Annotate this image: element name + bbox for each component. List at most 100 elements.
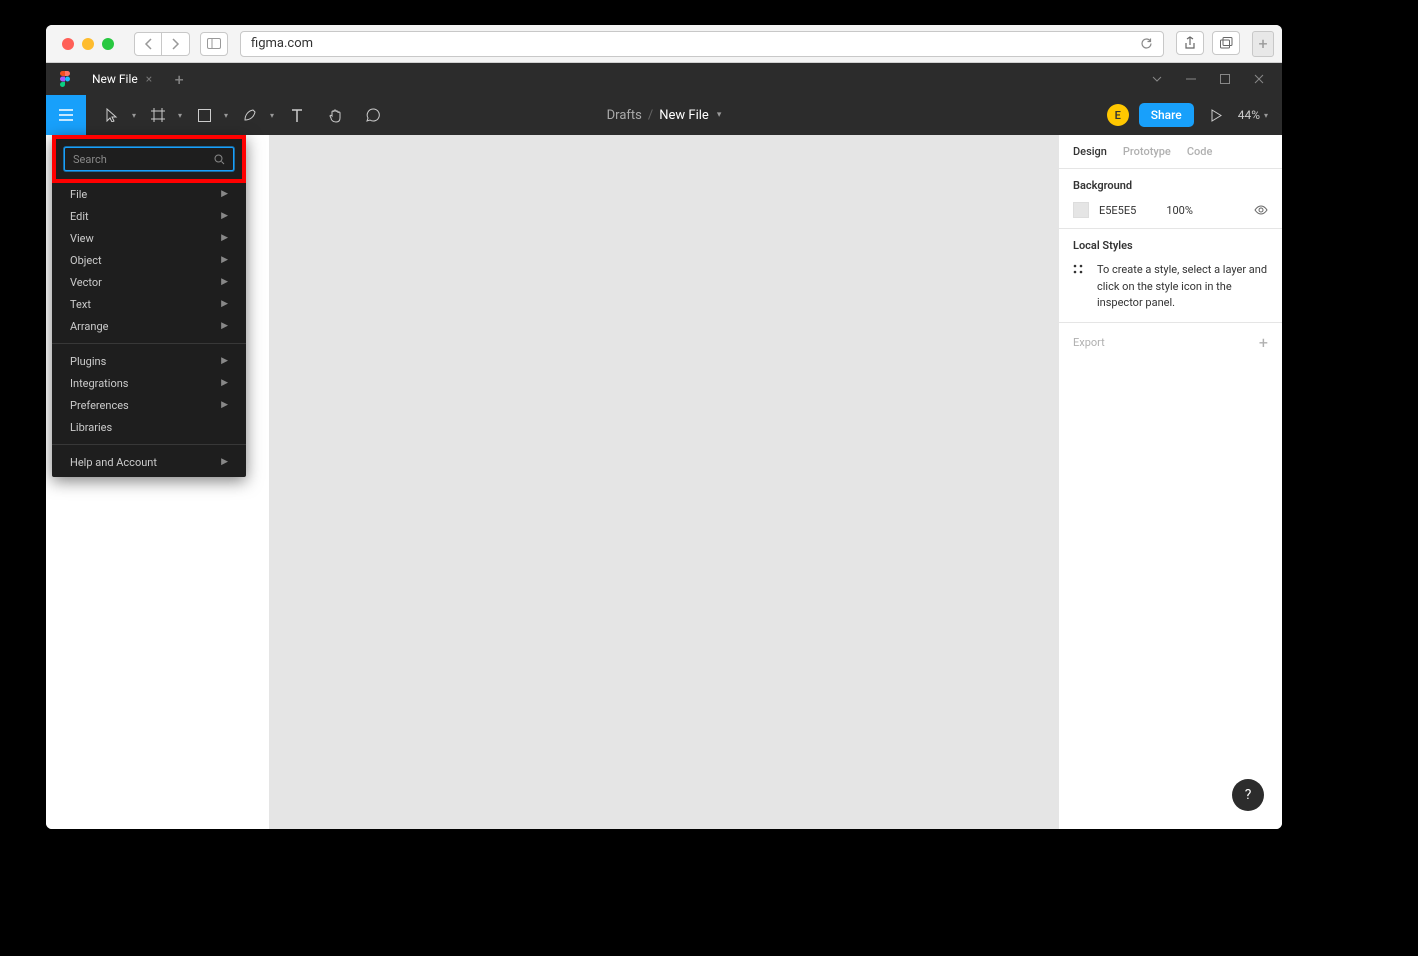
chevron-down-icon: ▾	[1264, 111, 1268, 120]
share-button[interactable]: Share	[1139, 103, 1194, 127]
main-menu-button[interactable]	[46, 95, 86, 135]
file-tab[interactable]: New File ×	[82, 63, 162, 95]
background-opacity[interactable]: 100%	[1166, 204, 1193, 217]
breadcrumb-parent: Drafts	[607, 108, 642, 123]
close-tab-icon[interactable]: ×	[146, 72, 152, 86]
chevron-down-icon: ▾	[178, 111, 182, 120]
menu-search-field[interactable]	[64, 147, 234, 171]
menu-item-vector[interactable]: Vector ▶	[52, 271, 246, 293]
menu-item-file[interactable]: File ▶	[52, 183, 246, 205]
present-button[interactable]	[1204, 109, 1228, 122]
breadcrumb-current: New File	[659, 108, 709, 123]
app-titlebar: New File × +	[46, 63, 1282, 95]
chevron-down-icon: ▾	[717, 110, 722, 120]
browser-back-button[interactable]	[134, 32, 162, 56]
local-styles-section: Local Styles To create a style, select a…	[1059, 229, 1282, 323]
figma-logo-icon[interactable]	[46, 71, 64, 87]
menu-item-plugins[interactable]: Plugins ▶	[52, 350, 246, 372]
menu-item-libraries[interactable]: Libraries	[52, 416, 246, 438]
window-close-icon[interactable]	[62, 38, 74, 50]
styles-grid-icon	[1073, 262, 1087, 312]
search-icon	[214, 154, 225, 165]
zoom-control[interactable]: 44% ▾	[1238, 108, 1268, 122]
tab-label: New File	[92, 72, 138, 86]
submenu-arrow-icon: ▶	[221, 277, 228, 287]
menu-search-input[interactable]	[73, 153, 214, 166]
browser-forward-button[interactable]	[162, 32, 190, 56]
frame-tool[interactable]: ▾	[140, 95, 186, 135]
avatar[interactable]: E	[1107, 104, 1129, 126]
comment-tool[interactable]	[354, 95, 392, 135]
menu-item-arrange[interactable]: Arrange ▶	[52, 315, 246, 337]
menu-item-label: View	[70, 232, 94, 245]
browser-sidebar-toggle[interactable]	[200, 32, 228, 56]
chevron-down-icon: ▾	[270, 111, 274, 120]
traffic-lights	[54, 38, 122, 50]
new-tab-button[interactable]: +	[166, 70, 192, 89]
submenu-arrow-icon: ▶	[221, 211, 228, 221]
window-minimize-button[interactable]	[1186, 78, 1196, 80]
add-export-icon[interactable]: +	[1259, 333, 1268, 352]
tab-code[interactable]: Code	[1187, 145, 1213, 158]
submenu-arrow-icon: ▶	[221, 457, 228, 467]
hand-tool[interactable]	[316, 95, 354, 135]
menu-item-help-and-account[interactable]: Help and Account ▶	[52, 451, 246, 473]
background-hex[interactable]: E5E5E5	[1099, 204, 1136, 217]
menu-item-text[interactable]: Text▶	[52, 293, 246, 315]
inspector-tabs: Design Prototype Code	[1059, 135, 1282, 169]
browser-new-tab-button[interactable]: +	[1252, 31, 1274, 57]
main-menu-dropdown: File▶Edit▶View▶Object▶Vector▶Text▶Arrang…	[52, 135, 246, 477]
menu-item-label: Arrange	[70, 320, 108, 333]
canvas[interactable]	[270, 135, 1058, 829]
window-close-button[interactable]	[1254, 74, 1264, 84]
browser-share-button[interactable]	[1176, 31, 1204, 55]
submenu-arrow-icon: ▶	[221, 299, 228, 309]
text-tool[interactable]	[278, 95, 316, 135]
menu-item-label: Help and Account	[70, 456, 157, 469]
move-tool[interactable]: ▾	[94, 95, 140, 135]
menu-item-label: Preferences	[70, 399, 129, 412]
local-styles-title: Local Styles	[1073, 239, 1268, 252]
main-toolbar: ▾ ▾ ▾ ▾ Drafts / New File ▾ E Share 44%	[46, 95, 1282, 135]
window-maximize-button[interactable]	[1220, 74, 1230, 84]
submenu-arrow-icon: ▶	[221, 321, 228, 331]
chevron-down-icon: ▾	[132, 111, 136, 120]
reload-icon[interactable]	[1140, 37, 1153, 50]
background-swatch[interactable]	[1073, 202, 1089, 218]
zoom-value: 44%	[1238, 108, 1260, 122]
menu-item-view[interactable]: View▶	[52, 227, 246, 249]
menu-item-label: Plugins	[70, 355, 106, 368]
menu-item-label: Integrations	[70, 377, 128, 390]
browser-url-bar[interactable]: figma.com	[240, 31, 1164, 57]
menu-item-label: File	[70, 188, 87, 201]
submenu-arrow-icon: ▶	[221, 356, 228, 366]
inspector-panel: Design Prototype Code Background E5E5E5 …	[1058, 135, 1282, 829]
help-button[interactable]: ?	[1232, 779, 1264, 811]
breadcrumb-separator: /	[648, 108, 653, 123]
export-section[interactable]: Export +	[1059, 323, 1282, 362]
menu-item-object[interactable]: Object ▶	[52, 249, 246, 271]
tab-design[interactable]: Design	[1073, 145, 1107, 158]
menu-item-label: Object	[70, 254, 102, 267]
menu-item-edit[interactable]: Edit ▶	[52, 205, 246, 227]
visibility-toggle-icon[interactable]	[1254, 205, 1268, 215]
window-minimize-icon[interactable]	[82, 38, 94, 50]
window-dropdown-icon[interactable]	[1152, 76, 1162, 82]
menu-item-label: Libraries	[70, 421, 112, 434]
background-section: Background E5E5E5 100%	[1059, 169, 1282, 229]
browser-chrome: figma.com +	[46, 25, 1282, 63]
tab-prototype[interactable]: Prototype	[1123, 145, 1171, 158]
breadcrumb[interactable]: Drafts / New File ▾	[607, 108, 722, 123]
shape-tool[interactable]: ▾	[186, 95, 232, 135]
pen-tool[interactable]: ▾	[232, 95, 278, 135]
browser-tabs-button[interactable]	[1212, 31, 1240, 55]
menu-item-label: Edit	[70, 210, 89, 223]
window-maximize-icon[interactable]	[102, 38, 114, 50]
submenu-arrow-icon: ▶	[221, 255, 228, 265]
menu-divider	[52, 444, 246, 445]
submenu-arrow-icon: ▶	[221, 189, 228, 199]
menu-item-preferences[interactable]: Preferences ▶	[52, 394, 246, 416]
menu-item-label: Vector	[70, 276, 102, 289]
menu-item-integrations[interactable]: Integrations▶	[52, 372, 246, 394]
submenu-arrow-icon: ▶	[221, 400, 228, 410]
